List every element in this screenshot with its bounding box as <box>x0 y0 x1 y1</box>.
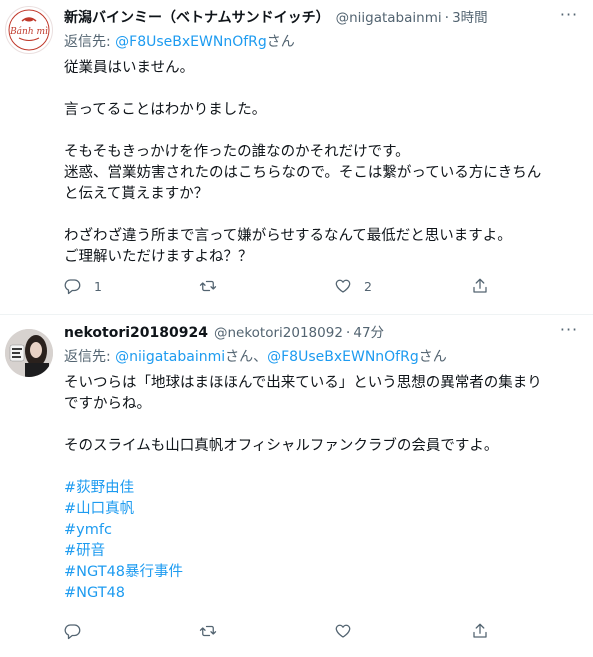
retweet-icon <box>199 280 217 292</box>
like-button[interactable] <box>334 619 364 643</box>
text-line <box>64 79 579 100</box>
text-line: そもそもきっかけを作ったの誰なのかそれだけです。 <box>64 144 410 160</box>
timestamp[interactable]: 3時間 <box>452 8 488 28</box>
text-line: と伝えて貰えますか？ <box>64 186 209 202</box>
avatar-logo-text: Bánh mì <box>9 26 48 37</box>
separator-dot: · <box>444 10 450 26</box>
profile-photo <box>5 329 53 377</box>
avatar[interactable] <box>5 329 53 377</box>
author-name[interactable]: 新潟バインミー（ベトナムサンドイッチ） <box>64 8 330 28</box>
reply-context: 返信先: @niigatabainmiさん、@F8UseBxEWNnOfRgさん <box>64 347 579 367</box>
text-line <box>64 415 579 436</box>
tweet-header: nekotori20180924 @nekotori2018092 · 47分 … <box>64 322 579 343</box>
author-handle[interactable]: @niigatabainmi <box>336 8 442 28</box>
action-bar <box>64 619 579 643</box>
reply-icon <box>64 279 81 295</box>
hashtag-link[interactable]: #NGT48 <box>64 583 579 604</box>
mention-link[interactable]: @niigatabainmi <box>115 349 225 365</box>
hashtag-link[interactable]: #研音 <box>64 541 579 562</box>
reply-prefix: 返信先: <box>64 349 116 365</box>
hashtag-link[interactable]: #ymfc <box>64 520 579 541</box>
timestamp[interactable]: 47分 <box>353 323 384 343</box>
like-button[interactable]: 2 <box>334 274 372 298</box>
reply-mid: さん、 <box>225 349 268 365</box>
more-icon[interactable]: ··· <box>559 322 579 343</box>
hashtag-link[interactable]: #山口真帆 <box>64 499 579 520</box>
reply-prefix: 返信先: <box>64 34 116 50</box>
reply-button[interactable]: 1 <box>64 274 102 298</box>
author-handle[interactable]: @nekotori2018092 <box>214 323 343 343</box>
author-name[interactable]: nekotori20180924 <box>64 323 208 343</box>
like-icon <box>335 279 351 293</box>
text-line <box>64 205 579 226</box>
reply-suffix: さん <box>418 349 447 365</box>
share-icon <box>473 278 487 293</box>
tweet[interactable]: nekotori20180924 @nekotori2018092 · 47分 … <box>0 315 593 657</box>
reply-context: 返信先: @F8UseBxEWNnOfRgさん <box>64 32 579 52</box>
retweet-button[interactable] <box>199 274 229 298</box>
hashtag-link[interactable]: #荻野由佳 <box>64 478 579 499</box>
text-line: 従業員はいません。 <box>64 60 195 76</box>
text-line: そいつらは「地球はまほほんで出来ている」という思想の異常者の集まり <box>64 375 542 391</box>
tweet-header: 新潟バインミー（ベトナムサンドイッチ） @niigatabainmi · 3時間… <box>64 7 579 28</box>
share-button[interactable] <box>471 274 489 298</box>
retweet-icon <box>199 625 217 637</box>
tweet-text: 従業員はいません。 言ってることはわかりました。 そもそもきっかけを作ったの誰な… <box>64 58 579 268</box>
hashtag-link[interactable]: #NGT48暴行事件 <box>64 562 579 583</box>
text-line: ですからね。 <box>64 396 151 412</box>
mention-link[interactable]: @F8UseBxEWNnOfRg <box>115 34 267 50</box>
text-line: 言ってることはわかりました。 <box>64 102 267 118</box>
share-button[interactable] <box>471 619 489 643</box>
reply-suffix: さん <box>266 34 295 50</box>
separator-dot: · <box>345 325 351 341</box>
retweet-button[interactable] <box>199 619 229 643</box>
more-icon[interactable]: ··· <box>559 7 579 28</box>
action-bar: 1 2 <box>64 274 579 298</box>
text-line <box>64 121 579 142</box>
reply-icon <box>64 624 81 640</box>
tweet-text: そいつらは「地球はまほほんで出来ている」という思想の異常者の集まり ですからね。… <box>64 373 579 604</box>
mention-link[interactable]: @F8UseBxEWNnOfRg <box>267 349 419 365</box>
reply-count: 1 <box>94 278 102 294</box>
banh-mi-logo: Bánh mì <box>7 8 51 52</box>
avatar[interactable]: Bánh mì <box>5 6 53 54</box>
text-line: わざわざ違う所まで言って嫌がらせするなんて最低だと思いますよ。 <box>64 228 512 244</box>
timeline: Bánh mì 新潟バインミー（ベトナムサンドイッチ） @niigatabain… <box>0 0 593 657</box>
text-line: そのスライムも山口真帆オフィシャルファンクラブの会員ですよ。 <box>64 438 499 454</box>
text-line: ご理解いただけますよね？？ <box>64 249 253 265</box>
like-count: 2 <box>364 278 372 294</box>
share-icon <box>473 623 487 638</box>
tweet[interactable]: Bánh mì 新潟バインミー（ベトナムサンドイッチ） @niigatabain… <box>0 0 593 315</box>
reply-button[interactable] <box>64 619 94 643</box>
like-icon <box>335 624 351 638</box>
text-line: 迷惑、営業妨害されたのはこちらなので。そこは繋がっている方にきちん <box>64 165 542 181</box>
text-line <box>64 457 579 478</box>
